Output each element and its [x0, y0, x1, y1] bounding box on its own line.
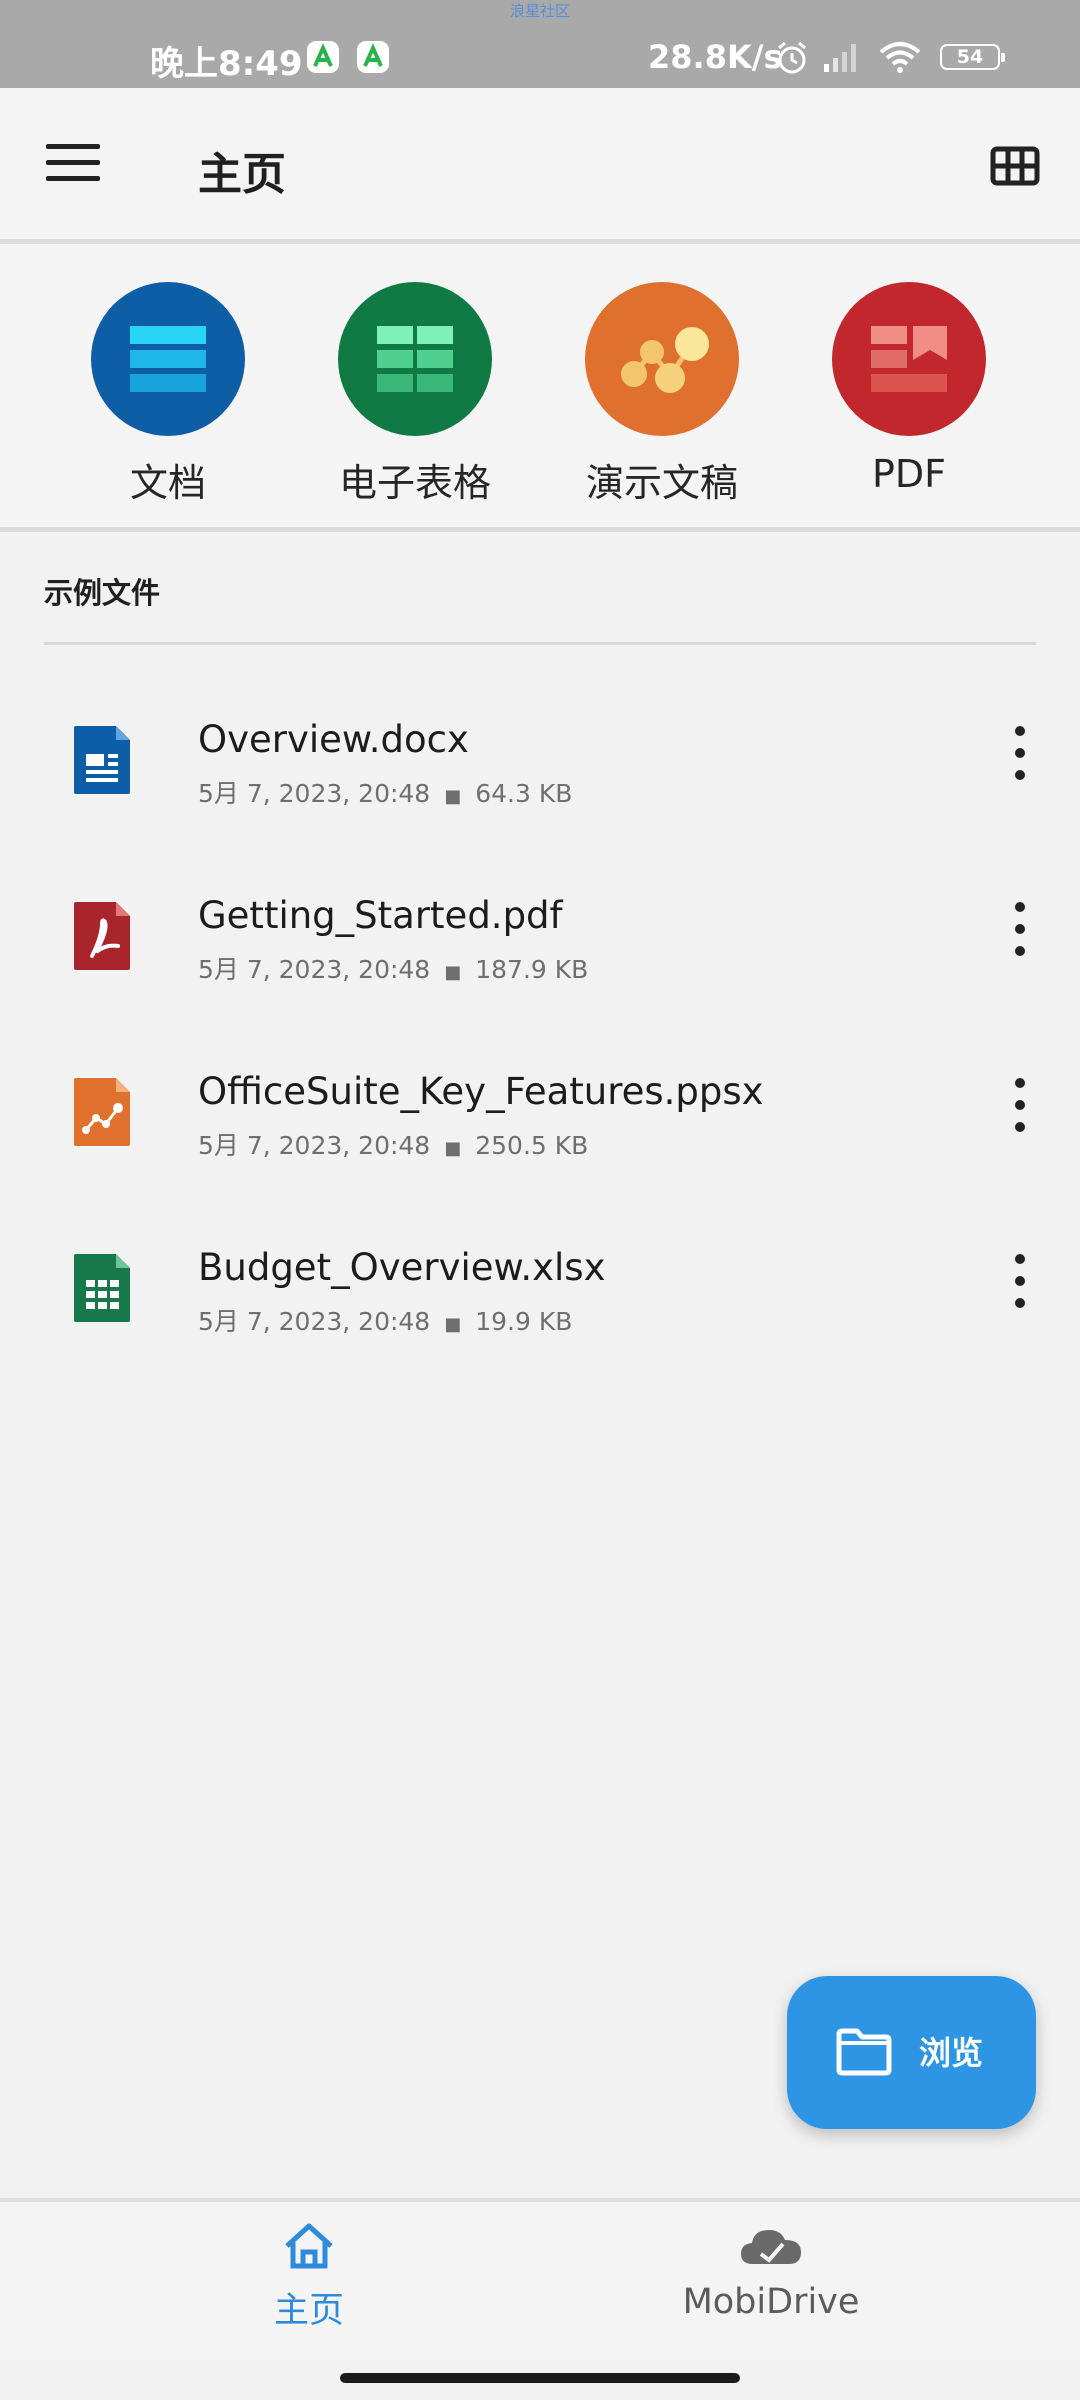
category-bar: 文档 电子表格 演示文稿 PDF: [0, 244, 1080, 532]
separator-dot: ■: [444, 1138, 462, 1159]
presentation-icon: [585, 282, 739, 436]
home-indicator: [340, 2373, 740, 2383]
browse-button[interactable]: 浏览: [787, 1976, 1036, 2129]
docx-file-icon: [74, 726, 130, 794]
grid-view-icon[interactable]: [990, 146, 1040, 186]
category-pdf[interactable]: PDF: [799, 282, 1019, 496]
file-meta: 5月 7, 2023, 20:48 ■ 64.3 KB: [198, 774, 572, 810]
category-label: 文档: [129, 461, 206, 505]
file-size: 250.5 KB: [475, 1131, 589, 1160]
separator-dot: ■: [444, 962, 462, 983]
app-notification-icon: [307, 41, 339, 73]
status-top-label: 浪星社区: [509, 2, 570, 20]
pdf-file-icon: [74, 902, 130, 970]
file-name: OfficeSuite_Key_Features.ppsx: [198, 1070, 764, 1113]
network-speed: 28.8K/s: [648, 38, 783, 76]
browse-label: 浏览: [919, 2034, 984, 2072]
battery-icon: 54: [940, 44, 1005, 70]
file-meta: 5月 7, 2023, 20:48 ■ 19.9 KB: [198, 1302, 572, 1338]
pdf-icon: [832, 282, 986, 436]
file-date: 5月 7, 2023, 20:48: [198, 1131, 431, 1160]
folder-icon: [836, 2028, 892, 2076]
page-title: 主页: [198, 149, 286, 200]
file-date: 5月 7, 2023, 20:48: [198, 779, 431, 808]
file-date: 5月 7, 2023, 20:48: [198, 955, 431, 984]
wifi-icon: [879, 42, 921, 73]
nav-home[interactable]: 主页: [159, 2222, 459, 2333]
hamburger-menu-icon[interactable]: [46, 144, 104, 188]
category-label: PDF: [871, 452, 947, 496]
category-label: 电子表格: [338, 461, 491, 505]
file-meta: 5月 7, 2023, 20:48 ■ 187.9 KB: [198, 950, 588, 986]
more-options-icon[interactable]: [1010, 1078, 1030, 1138]
file-size: 187.9 KB: [475, 955, 589, 984]
file-name: Overview.docx: [198, 718, 469, 761]
separator-dot: ■: [444, 1314, 462, 1335]
app-bar: 主页: [0, 88, 1080, 244]
file-date: 5月 7, 2023, 20:48: [198, 1307, 431, 1336]
file-row[interactable]: Overview.docx 5月 7, 2023, 20:48 ■ 64.3 KB: [0, 706, 1080, 856]
category-presentation[interactable]: 演示文稿: [552, 282, 772, 507]
separator-dot: ■: [444, 786, 462, 807]
file-row[interactable]: OfficeSuite_Key_Features.ppsx 5月 7, 2023…: [0, 1058, 1080, 1208]
category-spreadsheet[interactable]: 电子表格: [305, 282, 525, 507]
file-size: 19.9 KB: [475, 1307, 573, 1336]
alarm-icon: [778, 41, 806, 74]
more-options-icon[interactable]: [1010, 1254, 1030, 1314]
status-bar: 浪星社区 晚上8:49 28.8K/s 54: [0, 0, 1080, 88]
document-icon: [91, 282, 245, 436]
signal-icon: [824, 44, 856, 72]
app-notification-icon: [357, 41, 389, 73]
home-icon: [285, 2223, 333, 2269]
category-label: 演示文稿: [585, 461, 738, 505]
xlsx-file-icon: [74, 1254, 130, 1322]
file-row[interactable]: Budget_Overview.xlsx 5月 7, 2023, 20:48 ■ 1…: [0, 1234, 1080, 1384]
nav-home-label: 主页: [273, 2291, 344, 2331]
cloud-icon: [741, 2230, 801, 2264]
category-document[interactable]: 文档: [58, 282, 278, 507]
divider: [44, 642, 1036, 645]
nav-mobidrive-label: MobiDrive: [682, 2282, 860, 2322]
bottom-navigation: 主页 MobiDrive: [0, 2198, 1080, 2358]
file-name: Budget_Overview.xlsx: [198, 1246, 606, 1289]
file-row[interactable]: Getting_Started.pdf 5月 7, 2023, 20:48 ■ 18…: [0, 882, 1080, 1032]
section-title: 示例文件: [44, 576, 161, 610]
file-name: Getting_Started.pdf: [198, 894, 563, 937]
spreadsheet-icon: [338, 282, 492, 436]
nav-mobidrive[interactable]: MobiDrive: [621, 2222, 921, 2322]
file-size: 64.3 KB: [475, 779, 573, 808]
more-options-icon[interactable]: [1010, 726, 1030, 786]
status-time: 晚上8:49: [150, 44, 303, 84]
file-meta: 5月 7, 2023, 20:48 ■ 250.5 KB: [198, 1126, 588, 1162]
ppsx-file-icon: [74, 1078, 130, 1146]
more-options-icon[interactable]: [1010, 902, 1030, 962]
